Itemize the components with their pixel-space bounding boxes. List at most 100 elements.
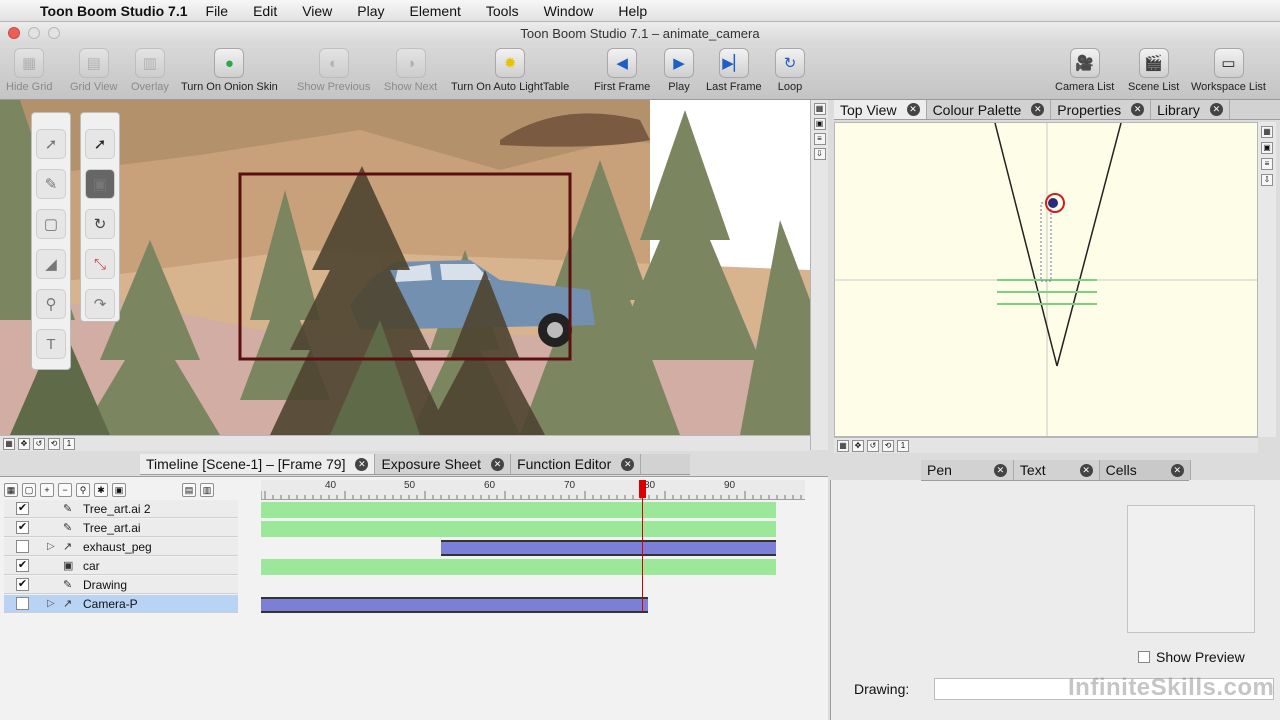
side-tool-4-icon[interactable]: ⇩ <box>813 148 826 160</box>
expand-icon[interactable]: ▥ <box>200 483 214 497</box>
tab-pen[interactable]: Pen ✕ <box>921 460 1014 480</box>
layer-visible-checkbox[interactable] <box>16 540 29 553</box>
add-layer-icon[interactable]: + <box>40 483 54 497</box>
view-option-icon[interactable]: ▦ <box>3 437 15 450</box>
brush-tool-icon[interactable]: ✎ <box>36 169 66 199</box>
menu-window[interactable]: Window <box>544 3 594 19</box>
overlay-button[interactable]: ▥ Overlay <box>131 48 169 93</box>
frame-range[interactable] <box>261 559 776 575</box>
add-peg-icon[interactable]: ⚲ <box>76 483 90 497</box>
pan-icon[interactable]: ✥ <box>18 437 30 450</box>
transform-tool-icon[interactable]: ▣ <box>85 169 115 199</box>
close-window-button[interactable] <box>8 27 20 39</box>
menu-view[interactable]: View <box>302 3 332 19</box>
rotate-view-icon[interactable]: ↺ <box>33 437 45 450</box>
grid-view-button[interactable]: ▤ Grid View <box>70 48 117 93</box>
frame-ruler[interactable]: 40 50 60 70 80 90 <box>261 480 805 500</box>
side-tool-2-icon[interactable]: ▣ <box>813 118 826 130</box>
tab-top-view[interactable]: Top View ✕ <box>834 100 927 119</box>
tv-reset-icon[interactable]: ⟲ <box>882 439 894 452</box>
expand-triangle-icon[interactable]: ▷ <box>47 598 57 609</box>
animate-select-tool-icon[interactable]: ➚ <box>85 129 115 159</box>
loop-button[interactable]: ↻ Loop <box>775 48 805 93</box>
tab-cells[interactable]: Cells ✕ <box>1099 460 1191 480</box>
hide-grid-button[interactable]: ▦ Hide Grid <box>6 48 52 93</box>
close-tab-icon[interactable]: ✕ <box>1031 103 1045 116</box>
show-next-button[interactable]: ◑ Show Next <box>384 48 437 93</box>
actual-size-icon[interactable]: 1 <box>63 437 75 450</box>
first-frame-button[interactable]: ◀ First Frame <box>594 48 650 93</box>
close-tab-icon[interactable]: ✕ <box>491 457 505 471</box>
onion-skin-button[interactable]: ● Turn On Onion Skin <box>181 48 278 93</box>
layer-visible-checkbox[interactable]: ✔ <box>16 502 29 515</box>
tv-view-option-icon[interactable]: ▦ <box>837 439 849 452</box>
reset-view-icon[interactable]: ⟲ <box>48 437 60 450</box>
rotate-tool-icon[interactable]: ↻ <box>85 209 115 239</box>
collapse-icon[interactable]: ▤ <box>182 483 196 497</box>
layer-options-icon[interactable]: ▦ <box>4 483 18 497</box>
expand-triangle-icon[interactable]: ▷ <box>47 541 57 552</box>
minimize-window-button[interactable] <box>28 27 40 39</box>
close-tab-icon[interactable]: ✕ <box>1170 463 1184 477</box>
add-camera-icon[interactable]: ▣ <box>112 483 126 497</box>
tv-tool-2-icon[interactable]: ▣ <box>1261 142 1273 154</box>
top-view-canvas[interactable] <box>834 122 1258 437</box>
close-tab-icon[interactable]: ✕ <box>906 103 920 116</box>
show-preview-checkbox[interactable] <box>1138 651 1150 663</box>
layer-visible-checkbox[interactable]: ✔ <box>16 578 29 591</box>
auto-lighttable-button[interactable]: ✹ Turn On Auto LightTable <box>451 48 569 93</box>
scene-list-button[interactable]: 🎬 Scene List <box>1128 48 1179 93</box>
tv-tool-1-icon[interactable]: ▦ <box>1261 126 1273 138</box>
tv-rotate-icon[interactable]: ↺ <box>867 439 879 452</box>
tab-properties[interactable]: Properties ✕ <box>1051 100 1152 119</box>
workspace-list-button[interactable]: ▭ Workspace List <box>1191 48 1266 93</box>
camera-peg-keyframes[interactable] <box>261 597 648 613</box>
tv-pan-icon[interactable]: ✥ <box>852 439 864 452</box>
app-menu[interactable]: Toon Boom Studio 7.1 <box>40 3 188 19</box>
side-tool-3-icon[interactable]: ≡ <box>813 133 826 145</box>
tv-tool-3-icon[interactable]: ≡ <box>1261 158 1273 170</box>
tab-library[interactable]: Library ✕ <box>1151 100 1230 119</box>
layer-visible-checkbox[interactable]: ✔ <box>16 521 29 534</box>
close-tab-icon[interactable]: ✕ <box>1131 103 1145 116</box>
delete-layer-icon[interactable]: − <box>58 483 72 497</box>
camera-list-button[interactable]: 🎥 Camera List <box>1055 48 1114 93</box>
magnifier-tool-icon[interactable]: ⚲ <box>36 289 66 319</box>
close-tab-icon[interactable]: ✕ <box>1079 463 1093 477</box>
tv-actual-size-icon[interactable]: 1 <box>897 439 909 452</box>
show-preview-option[interactable]: Show Preview <box>1138 649 1245 665</box>
layer-row[interactable]: ✔ ✎ Tree_art.ai <box>4 519 238 537</box>
tab-colour-palette[interactable]: Colour Palette ✕ <box>927 100 1052 119</box>
tab-timeline[interactable]: Timeline [Scene-1] – [Frame 79] ✕ <box>140 454 376 474</box>
menu-help[interactable]: Help <box>618 3 647 19</box>
tab-exposure-sheet[interactable]: Exposure Sheet ✕ <box>375 454 512 474</box>
eraser-tool-icon[interactable]: ◢ <box>36 249 66 279</box>
close-tab-icon[interactable]: ✕ <box>355 457 369 471</box>
text-tool-icon[interactable]: T <box>36 329 66 359</box>
frame-range[interactable] <box>261 521 776 537</box>
play-button[interactable]: ▶ Play <box>664 48 694 93</box>
layer-row[interactable]: ✔ ✎ Drawing <box>4 576 238 594</box>
tab-function-editor[interactable]: Function Editor ✕ <box>511 454 642 474</box>
layer-row[interactable]: ▷ ↗ exhaust_peg <box>4 538 238 556</box>
frame-range[interactable] <box>261 502 776 518</box>
camera-view[interactable] <box>0 100 810 435</box>
zoom-window-button[interactable] <box>48 27 60 39</box>
timeline-frames[interactable] <box>261 500 805 620</box>
menu-play[interactable]: Play <box>357 3 384 19</box>
paint-tool-icon[interactable]: ▢ <box>36 209 66 239</box>
onion-layer-icon[interactable]: ▢ <box>22 483 36 497</box>
menu-edit[interactable]: Edit <box>253 3 277 19</box>
close-tab-icon[interactable]: ✕ <box>621 457 635 471</box>
show-previous-button[interactable]: ◐ Show Previous <box>297 48 370 93</box>
peg-keyframes[interactable] <box>441 540 776 556</box>
close-tab-icon[interactable]: ✕ <box>1209 103 1223 116</box>
layer-row[interactable]: ✔ ▣ car <box>4 557 238 575</box>
last-frame-button[interactable]: ▶▏ Last Frame <box>706 48 762 93</box>
scale-tool-icon[interactable]: ⤡ <box>85 249 115 279</box>
add-effect-icon[interactable]: ✱ <box>94 483 108 497</box>
layer-visible-checkbox[interactable] <box>16 597 29 610</box>
tab-text[interactable]: Text ✕ <box>1014 460 1100 480</box>
layer-row[interactable]: ✔ ✎ Tree_art.ai 2 <box>4 500 238 518</box>
close-tab-icon[interactable]: ✕ <box>993 463 1007 477</box>
